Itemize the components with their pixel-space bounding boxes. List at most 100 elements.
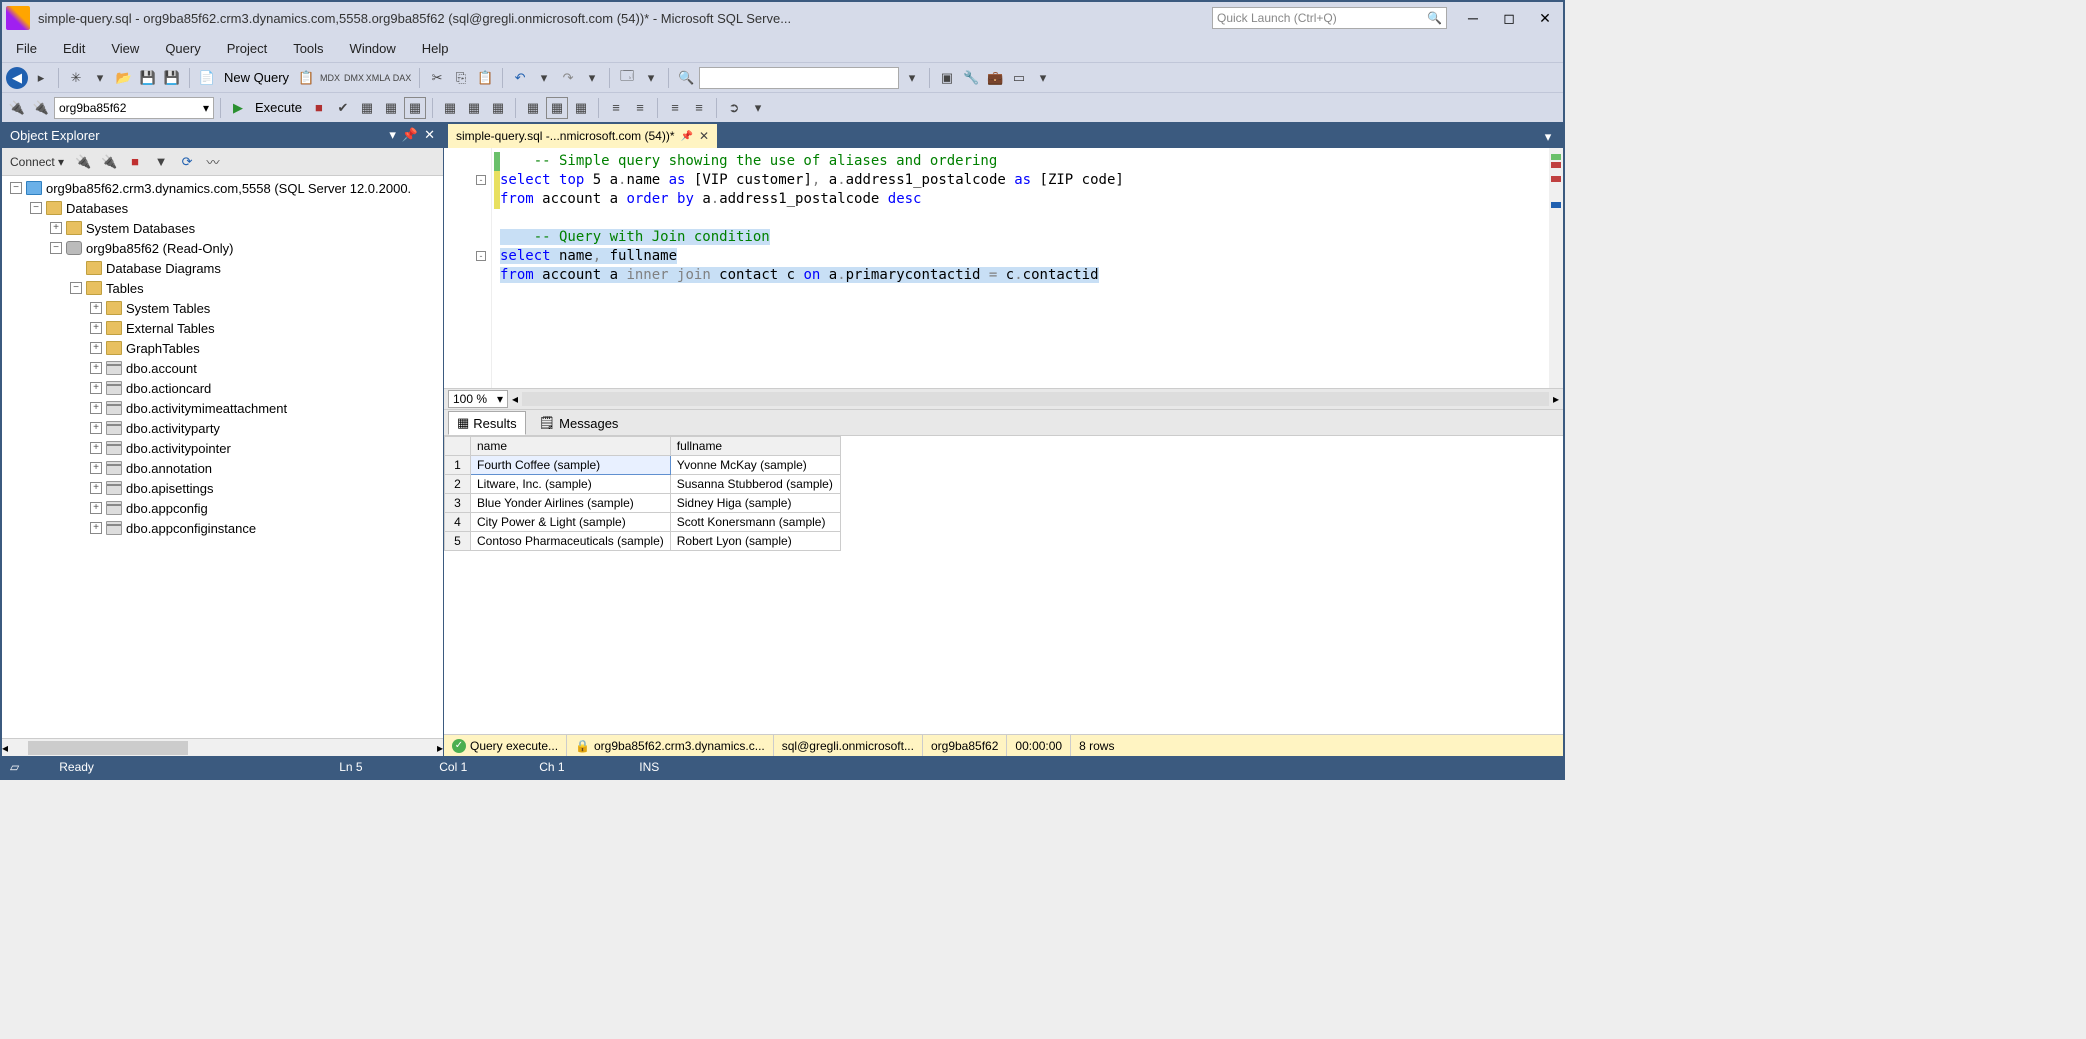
editor-line[interactable]: select name, fullname [494,247,1563,266]
open-icon[interactable]: 📂 [113,67,135,89]
panel-close-icon[interactable]: ✕ [424,127,435,143]
new-query-button[interactable]: New Query [220,70,293,85]
wrench-icon[interactable]: 🔧 [960,67,982,89]
editor-line[interactable]: -- Simple query showing the use of alias… [494,152,1563,171]
tree-node[interactable]: +System Tables [2,298,443,318]
xmla-icon[interactable]: XMLA [367,67,389,89]
tree-node[interactable]: +External Tables [2,318,443,338]
new-item-icon[interactable]: ✳ [65,67,87,89]
menu-window[interactable]: Window [340,37,406,60]
oe-filter-icon[interactable]: ▼ [150,151,172,173]
tree-node[interactable]: +GraphTables [2,338,443,358]
editor-content[interactable]: -- Simple query showing the use of alias… [492,148,1563,388]
editor-line[interactable]: -- Query with Join condition [494,228,1563,247]
save-icon[interactable]: 💾 [137,67,159,89]
expand-icon[interactable]: + [90,362,102,374]
r2f-icon[interactable]: ▦ [487,97,509,119]
expand-icon[interactable]: + [90,482,102,494]
find-combo[interactable] [699,67,899,89]
minimize-button[interactable]: ─ [1459,8,1487,28]
parse-check-icon[interactable]: ✔ [332,97,354,119]
live-stats-icon[interactable]: ▦ [404,97,426,119]
copy-icon[interactable]: ⎘ [450,67,472,89]
menu-file[interactable]: File [6,37,47,60]
panel-pin-icon[interactable]: 📌 [402,127,418,143]
row-number[interactable]: 1 [445,456,471,475]
column-header[interactable]: fullname [670,437,840,456]
tree-node[interactable]: +dbo.activitypointer [2,438,443,458]
tab-close-icon[interactable]: ✕ [699,129,709,143]
menu-edit[interactable]: Edit [53,37,95,60]
oe-connect-icon[interactable]: 🔌 [72,151,94,173]
dax-icon[interactable]: DAX [391,67,413,89]
expand-icon[interactable]: + [90,462,102,474]
oe-disconnect-icon[interactable]: 🔌 [98,151,120,173]
row-number[interactable]: 5 [445,532,471,551]
row-number[interactable]: 4 [445,513,471,532]
change-conn-icon[interactable]: 🔌 [30,97,52,119]
toolbox-icon[interactable]: 💼 [984,67,1006,89]
execute-play-icon[interactable]: ▶ [227,97,249,119]
expand-icon[interactable]: + [90,422,102,434]
tree-node[interactable]: +dbo.account [2,358,443,378]
menu-query[interactable]: Query [155,37,210,60]
nav-back-icon[interactable]: ◀ [6,67,28,89]
oe-refresh-icon[interactable]: ⟳ [176,151,198,173]
quick-launch-input[interactable]: Quick Launch (Ctrl+Q) 🔍 [1212,7,1447,29]
expand-icon[interactable]: + [90,342,102,354]
document-tab[interactable]: simple-query.sql -...nmicrosoft.com (54)… [448,124,717,148]
expand-icon[interactable]: + [90,382,102,394]
menu-tools[interactable]: Tools [283,37,333,60]
tree-node[interactable]: +dbo.annotation [2,458,443,478]
expand-icon[interactable]: + [90,322,102,334]
panel-dropdown-icon[interactable]: ▾ [389,127,396,143]
stop-icon[interactable]: ■ [308,97,330,119]
tree-node[interactable]: −Databases [2,198,443,218]
expand-icon[interactable]: − [10,182,22,194]
menu-help[interactable]: Help [412,37,459,60]
outline-toggle-icon[interactable]: - [476,175,486,185]
cell[interactable]: Susanna Stubberod (sample) [670,475,840,494]
indent-icon[interactable]: ≡ [605,97,627,119]
find-drop-icon[interactable]: ▾ [901,67,923,89]
results-grid-icon[interactable]: ▦ [546,97,568,119]
r2t-icon[interactable]: ▦ [439,97,461,119]
database-combo[interactable]: org9ba85f62 ▾ [54,97,214,119]
paste-icon[interactable]: 📋 [474,67,496,89]
dropdown-icon[interactable]: ▾ [89,67,111,89]
row-number[interactable]: 3 [445,494,471,513]
oe-stop-icon[interactable]: ■ [124,151,146,173]
table-row[interactable]: 1Fourth Coffee (sample)Yvonne McKay (sam… [445,456,841,475]
display-plan-icon[interactable]: ▦ [356,97,378,119]
undo-icon[interactable]: ↶ [509,67,531,89]
tree-node[interactable]: +dbo.appconfig [2,498,443,518]
save-all-icon[interactable]: 💾 [161,67,183,89]
ext1-icon[interactable]: ▣ [936,67,958,89]
editor-line[interactable]: select top 5 a.name as [VIP customer], a… [494,171,1563,190]
r2g-icon[interactable]: ▦ [463,97,485,119]
tab-overflow-icon[interactable]: ▾ [1537,126,1559,148]
oe-activity-icon[interactable]: 〰 [202,151,224,173]
expand-icon[interactable]: + [90,402,102,414]
redo-drop-icon[interactable]: ▾ [581,67,603,89]
window-icon[interactable]: ▭ [1008,67,1030,89]
props-icon[interactable]: 🗔 [616,67,638,89]
object-explorer-tree[interactable]: −org9ba85f62.crm3.dynamics.com,5558 (SQL… [2,176,443,738]
connect-icon[interactable]: 🔌 [6,97,28,119]
cell[interactable]: Blue Yonder Airlines (sample) [471,494,671,513]
expand-icon[interactable]: − [70,282,82,294]
sql-editor[interactable]: -- -- Simple query showing the use of al… [444,148,1563,388]
uncomment-icon[interactable]: ≡ [688,97,710,119]
tree-node[interactable]: −org9ba85f62.crm3.dynamics.com,5558 (SQL… [2,178,443,198]
comment-out-icon[interactable]: ≡ [664,97,686,119]
include-plan-icon[interactable]: ▦ [380,97,402,119]
restore-button[interactable]: ◻ [1495,8,1523,28]
results-tab[interactable]: ▦ Results [448,411,526,435]
tree-node[interactable]: +dbo.activitymimeattachment [2,398,443,418]
tree-node[interactable]: Database Diagrams [2,258,443,278]
editor-line[interactable]: from account a inner join contact c on a… [494,266,1563,285]
table-row[interactable]: 2Litware, Inc. (sample)Susanna Stubberod… [445,475,841,494]
query-tool-icon[interactable]: 📋 [295,67,317,89]
editor-line[interactable]: from account a order by a.address1_posta… [494,190,1563,209]
execute-button[interactable]: Execute [251,100,306,115]
